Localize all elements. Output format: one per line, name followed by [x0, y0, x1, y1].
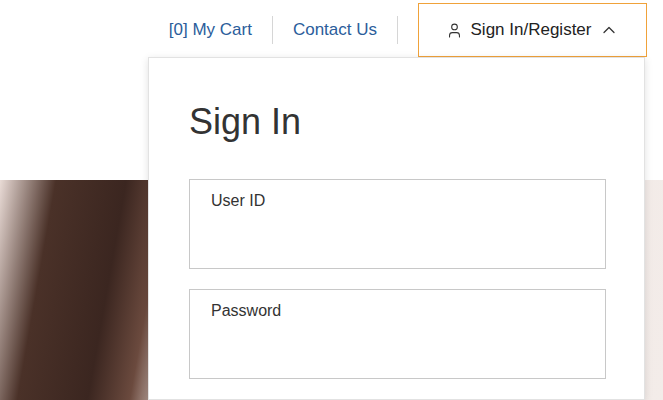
- field-label: User ID: [211, 190, 584, 212]
- top-nav: [0] My CartContact Us Sign In/Register: [0, 0, 663, 57]
- nav-separator: [272, 16, 273, 44]
- nav-link[interactable]: [0] My Cart: [149, 17, 272, 43]
- user-icon: [446, 22, 463, 39]
- text-field[interactable]: Password: [189, 289, 606, 379]
- page: [0] My CartContact Us Sign In/Register Sig…: [0, 0, 663, 400]
- chevron-up-icon: [599, 20, 619, 40]
- field-label: Password: [211, 300, 584, 322]
- sign-in-dropdown: Sign In User ID Password: [148, 57, 645, 400]
- text-field[interactable]: User ID: [189, 179, 606, 269]
- nav-separator: [397, 16, 398, 44]
- sign-in-register-button[interactable]: Sign In/Register: [418, 3, 647, 57]
- nav-link[interactable]: Contact Us: [273, 17, 397, 43]
- sign-in-register-label: Sign In/Register: [471, 17, 592, 43]
- sign-in-title: Sign In: [189, 100, 644, 144]
